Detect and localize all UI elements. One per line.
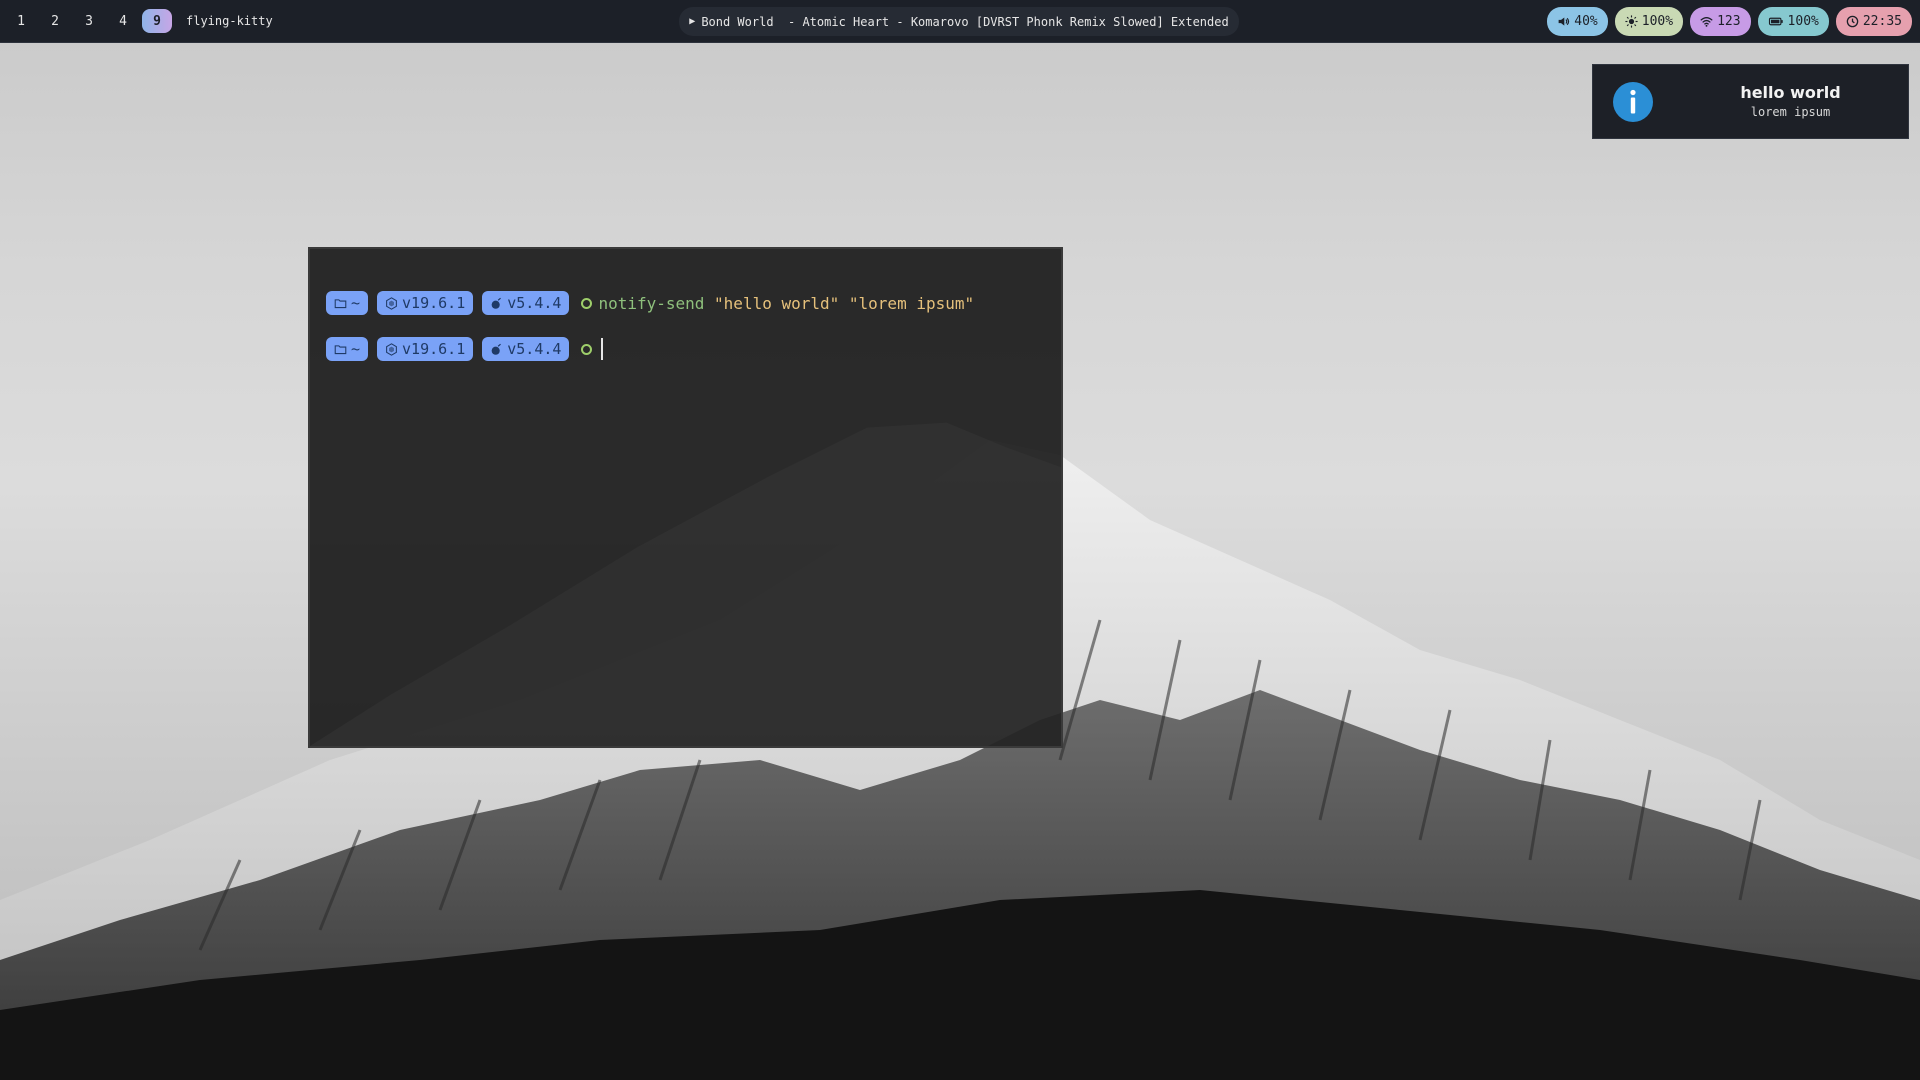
network-module[interactable]: 123 xyxy=(1690,7,1751,36)
prompt-bun-segment: v5.4.4 xyxy=(482,337,570,361)
prompt-bun-version: v5.4.4 xyxy=(507,294,562,312)
notification-title: hello world xyxy=(1740,83,1841,102)
bun-icon xyxy=(491,297,502,309)
clock-icon xyxy=(1846,15,1859,28)
prompt-status-icon xyxy=(581,297,593,309)
terminal-background xyxy=(310,422,1061,746)
terminal-window[interactable]: ~ v19.6.1 v5.4.4 notify-send "hello worl… xyxy=(308,247,1063,748)
volume-icon xyxy=(1558,17,1570,26)
history-command: notify-send xyxy=(598,293,705,313)
prompt-bun-segment: v5.4.4 xyxy=(482,291,570,315)
notification-body: lorem ipsum xyxy=(1750,105,1831,119)
network-value: 123 xyxy=(1717,14,1741,29)
workspace-switcher: 1 2 3 4 9 xyxy=(0,0,176,43)
info-icon xyxy=(1613,82,1653,122)
battery-module[interactable]: 100% xyxy=(1757,7,1829,36)
play-icon[interactable]: ▶ xyxy=(689,16,695,27)
prompt-node-segment: v19.6.1 xyxy=(377,337,474,361)
brightness-icon xyxy=(1625,15,1638,28)
folder-icon xyxy=(334,344,347,354)
clock-module[interactable]: 22:35 xyxy=(1835,7,1912,36)
brightness-module[interactable]: 100% xyxy=(1614,7,1684,36)
workspace-1-button[interactable]: 1 xyxy=(6,9,36,33)
folder-icon xyxy=(334,298,347,308)
media-track-title: Bond World - Atomic Heart - Komarovo [DV… xyxy=(701,14,1229,29)
prompt-node-segment: v19.6.1 xyxy=(377,291,474,315)
brightness-value: 100% xyxy=(1641,14,1674,29)
status-modules: 40% 100% 123 100% 22:35 xyxy=(1547,7,1912,36)
prompt-dir-segment: ~ xyxy=(326,337,369,361)
wifi-icon xyxy=(1700,16,1713,27)
workspace-4-button[interactable]: 4 xyxy=(108,9,138,33)
volume-value: 40% xyxy=(1574,14,1598,29)
battery-value: 100% xyxy=(1787,14,1819,29)
top-bar: 1 2 3 4 9 flying-kitty ▶ Bond World - At… xyxy=(0,0,1920,43)
nodejs-icon xyxy=(386,296,397,310)
prompt-dir: ~ xyxy=(351,340,361,358)
volume-module[interactable]: 40% xyxy=(1547,7,1608,36)
clock-value: 22:35 xyxy=(1862,14,1902,29)
prompt-node-version: v19.6.1 xyxy=(402,294,466,312)
bun-icon xyxy=(491,343,502,355)
text-cursor[interactable] xyxy=(601,338,604,360)
workspace-2-button[interactable]: 2 xyxy=(40,9,70,33)
terminal-input-line[interactable]: ~ v19.6.1 v5.4.4 xyxy=(326,337,604,361)
workspace-9-button[interactable]: 9 xyxy=(142,9,172,33)
prompt-node-version: v19.6.1 xyxy=(402,340,466,358)
workspace-3-button[interactable]: 3 xyxy=(74,9,104,33)
prompt-dir: ~ xyxy=(351,294,361,312)
notification-popup[interactable]: hello world lorem ipsum xyxy=(1592,64,1909,139)
prompt-status-icon xyxy=(581,343,593,355)
battery-icon xyxy=(1768,17,1783,26)
nodejs-icon xyxy=(386,342,397,356)
media-player[interactable]: ▶ Bond World - Atomic Heart - Komarovo [… xyxy=(679,7,1239,36)
terminal-history-line: ~ v19.6.1 v5.4.4 notify-send "hello worl… xyxy=(326,291,974,315)
active-window-title: flying-kitty xyxy=(186,14,273,28)
history-arguments: "hello world" "lorem ipsum" xyxy=(704,293,975,313)
notification-text: hello world lorem ipsum xyxy=(1673,83,1908,119)
prompt-dir-segment: ~ xyxy=(326,291,369,315)
prompt-bun-version: v5.4.4 xyxy=(507,340,562,358)
